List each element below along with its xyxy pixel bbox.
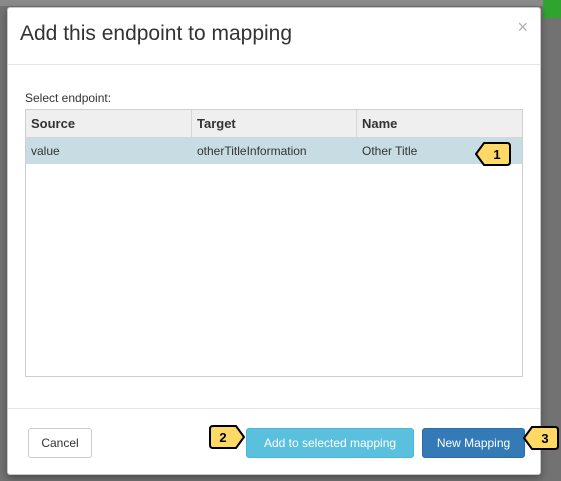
dialog-title: Add this endpoint to mapping	[20, 22, 293, 45]
callout-marker-2: 2	[208, 424, 246, 450]
add-endpoint-dialog: Add this endpoint to mapping × Select en…	[7, 7, 541, 475]
callout-1-number: 1	[493, 146, 501, 162]
dialog-body: Select endpoint: Source Target Name valu…	[8, 65, 540, 408]
dialog-header: Add this endpoint to mapping ×	[8, 8, 540, 65]
table-header: Source Target Name	[26, 110, 522, 138]
new-mapping-button[interactable]: New Mapping	[422, 428, 525, 458]
background-green-indicator	[543, 0, 561, 18]
add-to-selected-mapping-button[interactable]: Add to selected mapping	[246, 428, 414, 458]
column-header-name[interactable]: Name	[357, 110, 522, 137]
callout-3-number: 3	[541, 430, 549, 446]
table-row[interactable]: value otherTitleInformation Other Title	[26, 138, 522, 164]
cancel-button[interactable]: Cancel	[28, 428, 92, 458]
endpoint-table: Source Target Name value otherTitleInfor…	[25, 109, 523, 377]
select-endpoint-label: Select endpoint:	[25, 91, 112, 105]
cell-target: otherTitleInformation	[197, 144, 307, 158]
callout-marker-1: 1	[474, 141, 512, 167]
cell-source: value	[31, 144, 60, 158]
dialog-footer: Cancel Add to selected mapping New Mappi…	[8, 408, 540, 474]
column-header-source[interactable]: Source	[26, 110, 192, 137]
callout-2-number: 2	[219, 429, 227, 445]
close-icon[interactable]: ×	[517, 17, 528, 37]
callout-marker-3: 3	[522, 425, 560, 451]
column-header-target[interactable]: Target	[192, 110, 357, 137]
background-toolbar	[0, 0, 561, 6]
